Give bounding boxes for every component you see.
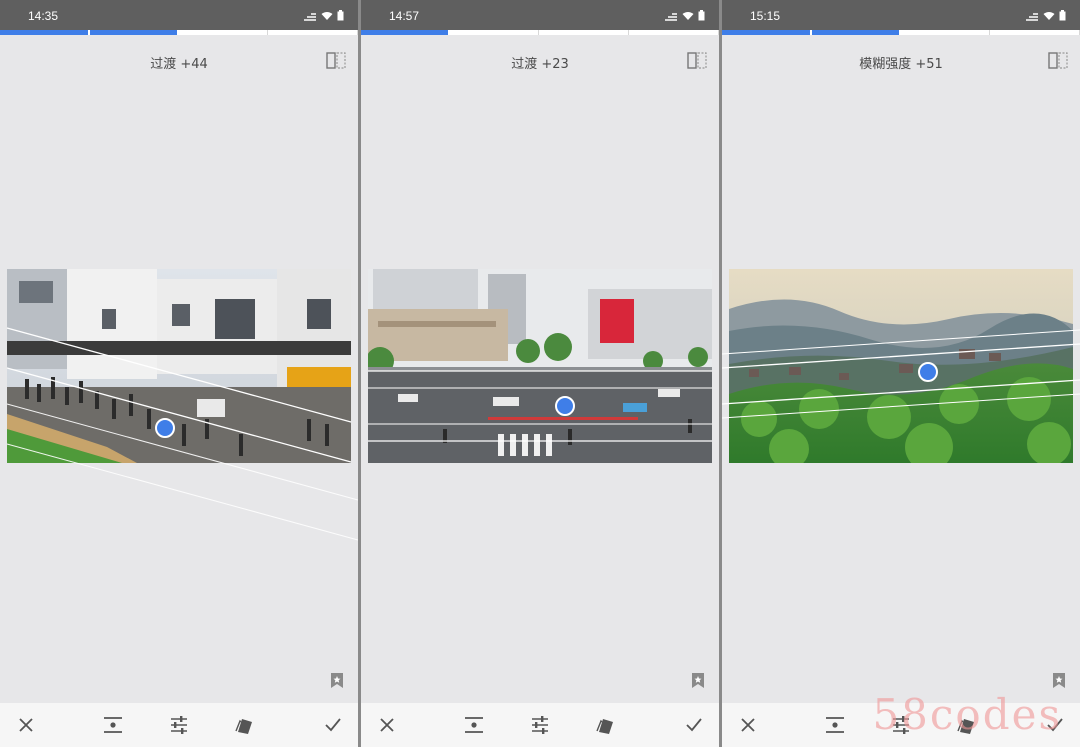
- progress-segment: [179, 30, 268, 35]
- image-style-icon[interactable]: [235, 715, 255, 735]
- image-style-icon[interactable]: [596, 715, 616, 735]
- photo-street-scene[interactable]: [7, 269, 351, 463]
- tilt-shift-style-icon[interactable]: [825, 715, 845, 735]
- progress-segment: [540, 30, 629, 35]
- wifi-icon: [321, 6, 333, 25]
- signal-icon: [664, 6, 678, 25]
- status-time: 15:15: [750, 9, 781, 23]
- progress-segment: [0, 30, 88, 35]
- signal-icon: [303, 6, 317, 25]
- progress-segment: [630, 30, 719, 35]
- progress-segment: [991, 30, 1080, 35]
- compare-icon[interactable]: [326, 52, 346, 69]
- adjust-sliders-icon[interactable]: [530, 715, 550, 735]
- screen-panel-2: 14:57 过渡 +23: [361, 0, 719, 747]
- status-icons: [664, 9, 705, 22]
- compare-icon[interactable]: [687, 52, 707, 69]
- progress-segment: [901, 30, 990, 35]
- tilt-shift-style-icon[interactable]: [103, 715, 123, 735]
- photo-intersection-scene[interactable]: [368, 269, 712, 463]
- check-icon[interactable]: [684, 715, 704, 735]
- progress-segment: [269, 30, 358, 35]
- compare-icon[interactable]: [1048, 52, 1068, 69]
- photo-mountain-village[interactable]: [729, 269, 1073, 463]
- progress-segment: [811, 30, 899, 35]
- progress-bar: [0, 30, 358, 35]
- battery-icon: [1059, 6, 1066, 25]
- parameter-label: 模糊强度 +51: [859, 57, 943, 72]
- wifi-icon: [1043, 6, 1055, 25]
- check-icon[interactable]: [323, 715, 343, 735]
- bookmark-star-icon[interactable]: [691, 672, 705, 689]
- watermark: 58codes: [872, 690, 1062, 739]
- bookmark-star-icon[interactable]: [330, 672, 344, 689]
- parameter-label: 过渡 +44: [150, 57, 208, 72]
- status-icons: [303, 9, 344, 22]
- progress-segment: [450, 30, 539, 35]
- close-icon[interactable]: [377, 715, 397, 735]
- wifi-icon: [682, 6, 694, 25]
- bottom-toolbar: [0, 703, 358, 747]
- battery-icon: [698, 6, 705, 25]
- progress-segment: [89, 30, 177, 35]
- progress-bar: [722, 30, 1080, 35]
- battery-icon: [337, 6, 344, 25]
- progress-segment: [722, 30, 810, 35]
- close-icon[interactable]: [738, 715, 758, 735]
- bookmark-star-icon[interactable]: [1052, 672, 1066, 689]
- bottom-toolbar: [361, 703, 719, 747]
- signal-icon: [1025, 6, 1039, 25]
- status-bar: 14:57: [361, 0, 719, 30]
- status-time: 14:35: [28, 9, 59, 23]
- tilt-shift-style-icon[interactable]: [464, 715, 484, 735]
- status-bar: 15:15: [722, 0, 1080, 30]
- status-icons: [1025, 9, 1066, 22]
- screen-panel-1: 14:35 过渡 +44: [0, 0, 358, 747]
- progress-segment: [361, 30, 449, 35]
- progress-bar: [361, 30, 719, 35]
- screen-panel-3: 15:15 模糊强度 +51: [722, 0, 1080, 747]
- parameter-label: 过渡 +23: [511, 57, 569, 72]
- close-icon[interactable]: [16, 715, 36, 735]
- status-bar: 14:35: [0, 0, 358, 30]
- status-time: 14:57: [389, 9, 420, 23]
- adjust-sliders-icon[interactable]: [169, 715, 189, 735]
